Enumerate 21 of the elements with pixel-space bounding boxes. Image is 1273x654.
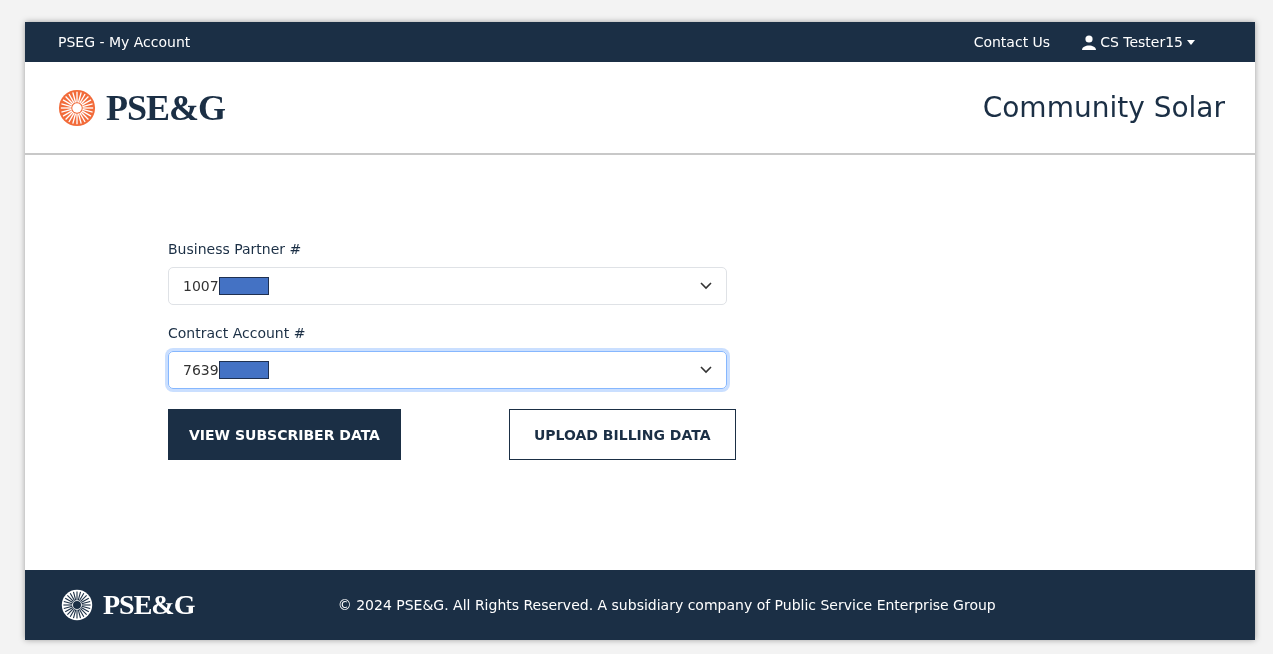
action-button[interactable]: VIEW SUBSCRIBER DATA — [168, 409, 401, 460]
select-field[interactable]: 1007 — [168, 267, 727, 305]
field-label: Contract Account # — [168, 325, 307, 341]
page-title: Community Solar — [982, 91, 1225, 124]
chevron-down-icon — [700, 282, 712, 290]
action-button[interactable]: UPLOAD BILLING DATA — [508, 409, 736, 460]
select-field[interactable]: 7639 — [168, 351, 727, 389]
user-icon — [1082, 34, 1097, 50]
caret-icon — [1187, 39, 1195, 45]
field-value: 1007 — [183, 278, 219, 294]
sun-logo-icon — [58, 88, 96, 127]
contact-link[interactable]: Contact Us — [973, 34, 1051, 50]
chevron-down-icon — [700, 366, 712, 374]
user-menu[interactable]: CS Tester15 — [1082, 34, 1195, 50]
logo-text: PSE&G — [106, 86, 225, 129]
field-value: 7639 — [183, 362, 219, 378]
logo-text: PSE&G — [103, 589, 195, 621]
copyright-text: © 2024 PSE&G. All Rights Reserved. A subsidiary company of Public Service Enterprise Group — [336, 597, 997, 613]
site-title: PSEG - My Account — [58, 34, 192, 50]
field-label: Business Partner # — [168, 241, 303, 257]
sun-logo-icon — [61, 589, 93, 621]
